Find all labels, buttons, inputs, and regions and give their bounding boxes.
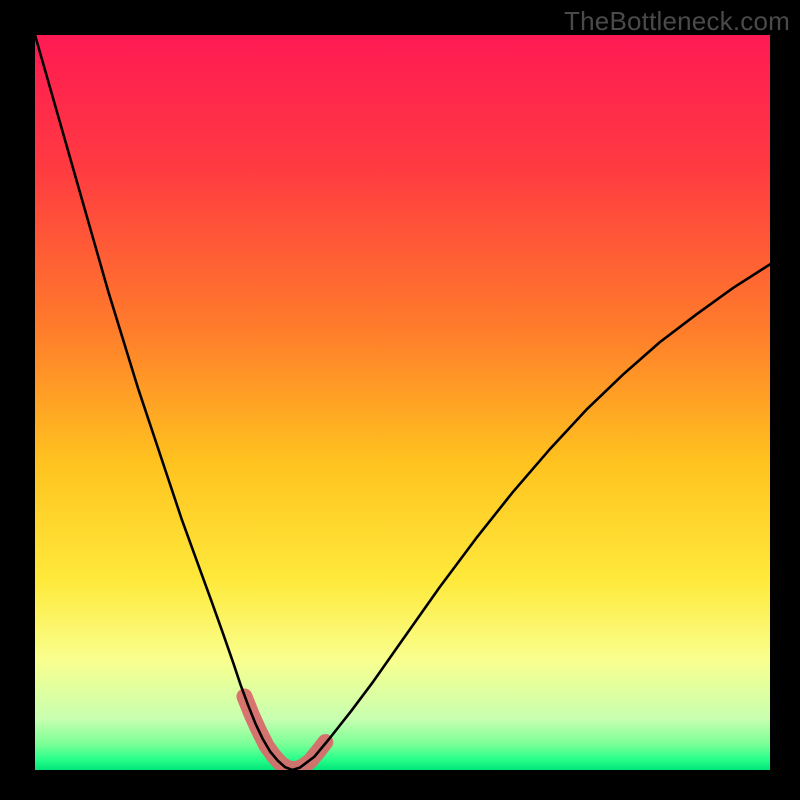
plot-area (35, 35, 770, 770)
watermark-text: TheBottleneck.com (564, 6, 790, 37)
gradient-background (35, 35, 770, 770)
chart-frame: TheBottleneck.com (0, 0, 800, 800)
chart-svg (35, 35, 770, 770)
